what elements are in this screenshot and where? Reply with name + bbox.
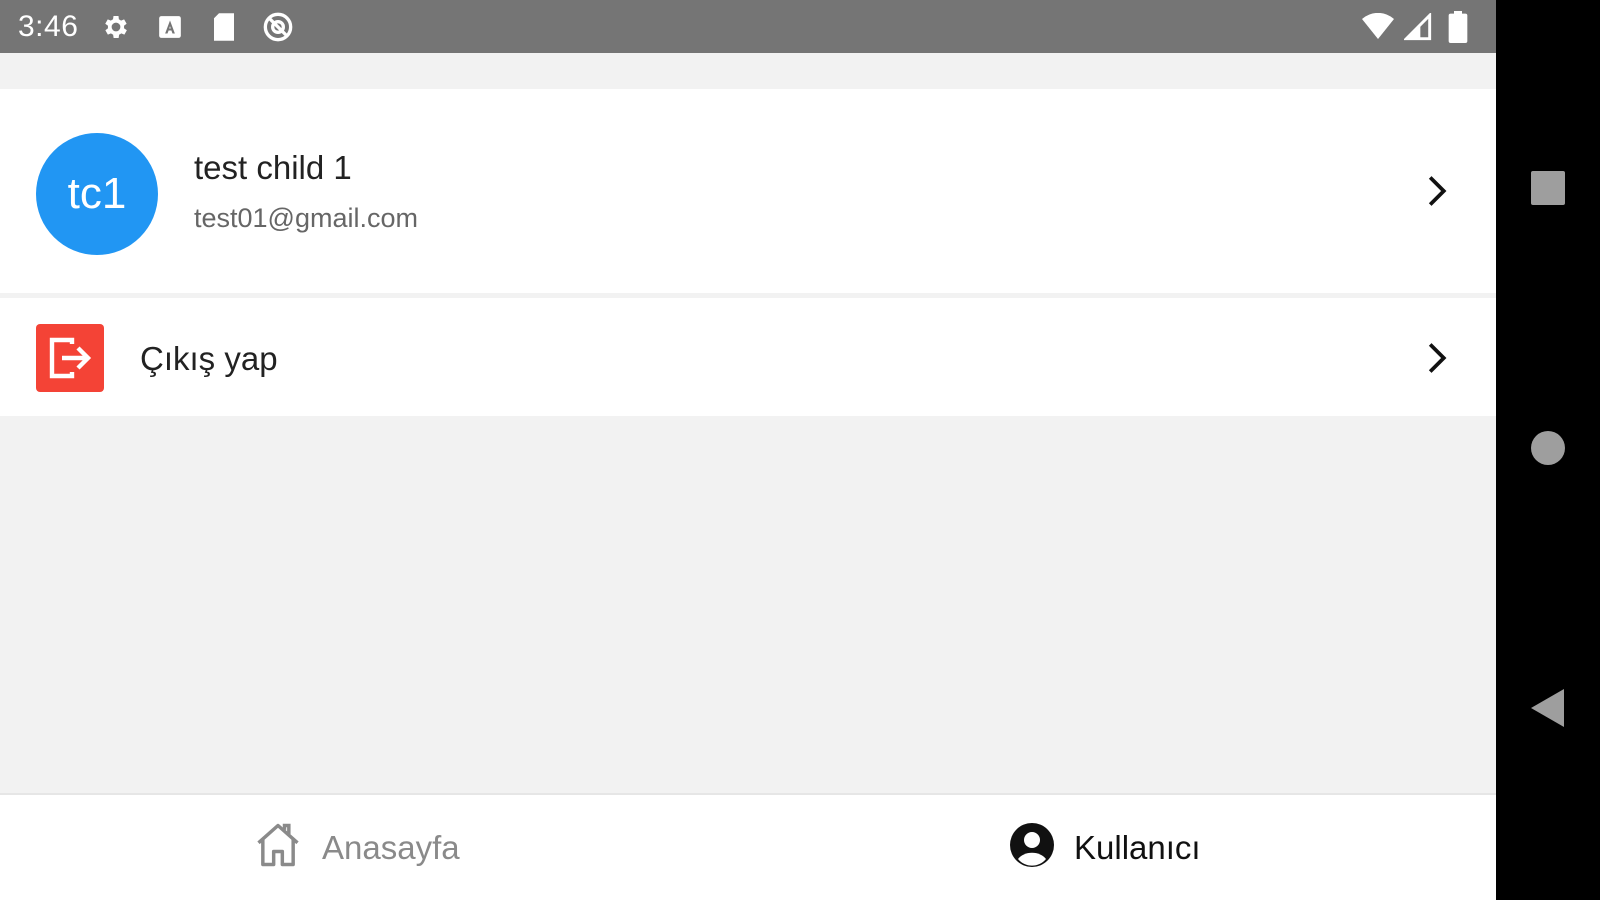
back-triangle-icon — [1530, 688, 1566, 733]
square-icon — [1530, 170, 1566, 211]
back-button[interactable] — [1496, 670, 1600, 750]
sd-card-icon — [208, 11, 240, 43]
home-button[interactable] — [1496, 410, 1600, 490]
profile-row[interactable]: tc1 test child 1 test01@gmail.com — [0, 89, 1496, 293]
status-bar: 3:46 — [0, 0, 1496, 53]
tab-anasayfa[interactable]: Anasayfa — [252, 795, 460, 900]
avatar: tc1 — [36, 133, 158, 255]
battery-icon — [1442, 10, 1474, 43]
logout-row[interactable]: Çıkış yap — [0, 298, 1496, 416]
status-time: 3:46 — [18, 9, 79, 43]
signal-icon — [1402, 11, 1434, 43]
bottom-tab-bar: Anasayfa Kullanıcı — [0, 793, 1496, 900]
wifi-icon — [1362, 11, 1394, 43]
system-nav-bar — [1496, 0, 1600, 900]
tab-label: Kullanıcı — [1074, 828, 1201, 866]
home-icon — [252, 819, 304, 876]
chevron-right-icon — [1422, 338, 1452, 378]
profile-name: test child 1 — [194, 149, 352, 186]
circle-icon — [1530, 430, 1566, 471]
recents-button[interactable] — [1496, 150, 1600, 230]
tab-label: Anasayfa — [322, 828, 460, 866]
at-sign-icon — [262, 11, 294, 43]
logout-icon — [36, 324, 104, 392]
user-icon — [1008, 821, 1056, 874]
profile-email: test01@gmail.com — [194, 203, 418, 233]
chevron-right-icon — [1422, 171, 1452, 211]
logout-label: Çıkış yap — [140, 340, 278, 377]
settings-icon — [100, 11, 132, 43]
app-content: tc1 test child 1 test01@gmail.com Çıkış … — [0, 53, 1496, 900]
font-icon — [154, 11, 186, 43]
tab-kullanici[interactable]: Kullanıcı — [1008, 795, 1201, 900]
